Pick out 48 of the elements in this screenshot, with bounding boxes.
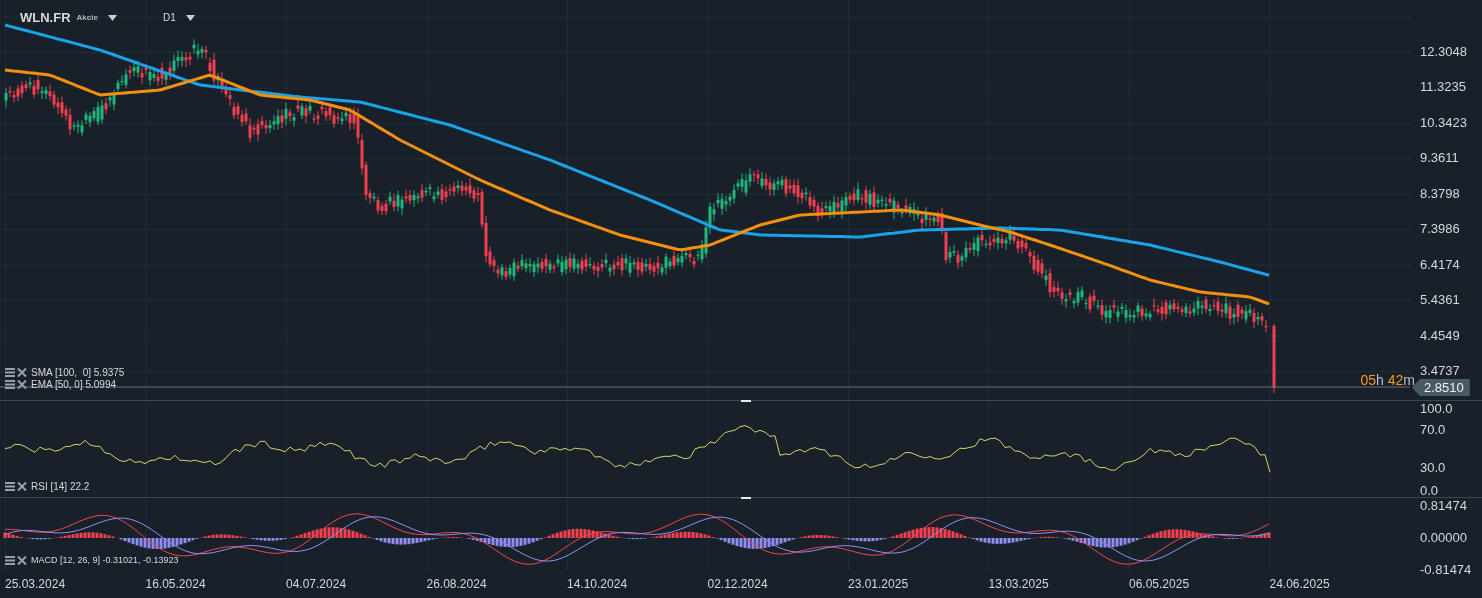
price-axis-label: 7.3986	[1420, 222, 1461, 237]
rsi-axis-label: 70.0	[1420, 423, 1447, 436]
candle-countdown: 05h 42m	[1360, 372, 1415, 388]
date-axis-label: 04.07.2024	[286, 577, 348, 591]
indicator-legend: SMA [100, 0] 5.9375	[31, 367, 125, 378]
close-icon[interactable]	[17, 380, 27, 389]
date-axis-label: 26.08.2024	[426, 577, 488, 591]
price-axis-label: 4.4549	[1420, 328, 1461, 343]
macd-axis-label: -0.81474	[1420, 563, 1473, 577]
macd-axis-label: 0.00000	[1420, 531, 1468, 545]
close-icon[interactable]	[17, 555, 27, 565]
price-axis-label: 10.3423	[1420, 115, 1468, 130]
menu-icon[interactable]	[5, 555, 15, 565]
rsi-axis-label: 100.0	[1420, 402, 1454, 415]
menu-icon[interactable]	[5, 368, 15, 377]
indicator-legend: MACD [12, 26, 9] -0.31021, -0.13923	[31, 555, 179, 565]
dropdown-caret-icon[interactable]	[107, 14, 117, 21]
rsi-axis-label: 0.0	[1420, 484, 1440, 497]
date-axis-label: 25.03.2024	[5, 577, 67, 591]
macd-axis-label: 0.81474	[1420, 499, 1468, 513]
rsi-axis-label: 30.0	[1420, 461, 1447, 474]
dropdown-caret-icon[interactable]	[185, 14, 195, 21]
close-icon[interactable]	[17, 368, 27, 377]
date-axis-label: 23.01.2025	[848, 577, 910, 591]
pane-resize-handle[interactable]	[741, 400, 751, 402]
price-axis-label: 6.4174	[1420, 257, 1461, 272]
date-axis-label: 16.05.2024	[145, 577, 207, 591]
price-axis-label: 3.4737	[1420, 363, 1461, 378]
pane-resize-handle[interactable]	[741, 497, 751, 499]
date-axis-label: 02.12.2024	[707, 577, 769, 591]
date-axis-label: 24.06.2025	[1269, 577, 1331, 591]
price-axis-label: 9.3611	[1420, 151, 1460, 166]
menu-icon[interactable]	[5, 380, 15, 389]
timeframe-label[interactable]: D1	[162, 12, 176, 23]
menu-icon[interactable]	[5, 482, 15, 491]
price-axis-label: 11.3235	[1420, 80, 1468, 95]
date-axis-label: 13.03.2025	[988, 577, 1050, 591]
indicator-legend: RSI [14] 22.2	[31, 481, 90, 492]
date-axis-label: 06.05.2025	[1129, 577, 1191, 591]
price-axis-label: 12.3048	[1420, 45, 1468, 59]
price-axis-label: 5.4361	[1420, 293, 1461, 308]
close-icon[interactable]	[17, 482, 27, 491]
date-axis-label: 14.10.2024	[567, 577, 629, 591]
indicator-legend: EMA [50, 0] 5.0994	[31, 379, 117, 390]
price-axis-label: 8.3798	[1420, 186, 1461, 201]
symbol-label: WLN.FR	[20, 10, 71, 25]
last-price-tag: 2.8510	[1412, 379, 1470, 396]
instrument-type: Akcie	[76, 13, 98, 22]
